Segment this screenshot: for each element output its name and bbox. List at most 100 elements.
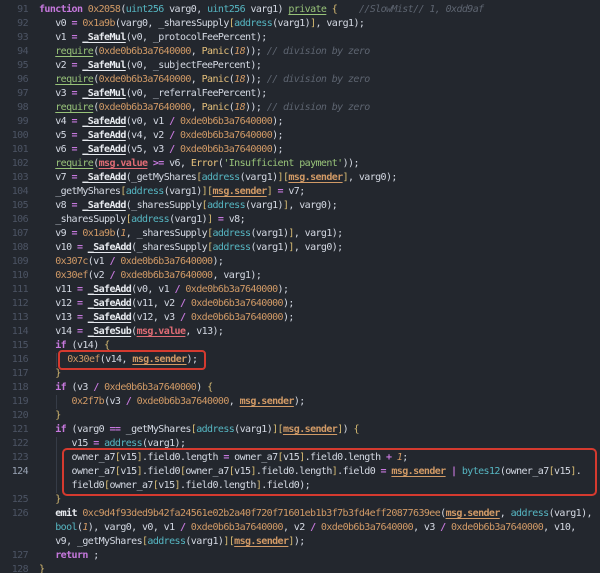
- code-token: _SafeAdd: [88, 312, 131, 323]
- code-token: msg.sender: [212, 186, 266, 197]
- code-token: , varg0);: [294, 242, 343, 253]
- code-token: varg0,: [164, 4, 207, 15]
- code-text: emit 0xc9d4f93ded9b42fa24561e02b2a40f720…: [28, 507, 592, 521]
- code-line: 125 }: [0, 493, 600, 507]
- code-token: v3: [39, 88, 72, 99]
- code-token: [39, 74, 55, 85]
- code-token: 0xde0b6b3a7640000: [137, 396, 229, 407]
- code-token: }: [55, 410, 60, 421]
- code-text: bool(1), varg0, v0, v1 / 0xde0b6b3a76400…: [28, 521, 576, 535]
- code-token: msg.value: [137, 326, 186, 337]
- code-line: 127 return ;: [0, 549, 600, 563]
- code-token: 0xde0b6b3a7640000: [180, 116, 272, 127]
- code-token: [39, 270, 55, 281]
- code-token: [39, 340, 55, 351]
- code-token: msg.sender: [391, 466, 445, 477]
- code-line: 107 v9 = 0x1a9b(1, _sharesSupply[address…: [0, 227, 600, 241]
- code-line: 111 v11 = _SafeAdd(v0, v1 / 0xde0b6b3a76…: [0, 283, 600, 297]
- code-token: (_getMyShares: [126, 172, 196, 183]
- code-token: ));: [245, 102, 267, 113]
- code-token: (varg1),: [549, 508, 592, 519]
- indent-guide: [56, 479, 57, 493]
- code-token: v15: [554, 466, 570, 477]
- code-token: msg.sender: [132, 354, 186, 365]
- code-token: (v5, v3: [126, 144, 169, 155]
- code-line: 119 0x2f7b(v3 / 0xde0b6b3a7640000, msg.s…: [0, 395, 600, 409]
- code-token: (owner_a7: [500, 466, 549, 477]
- code-token: v6: [39, 144, 72, 155]
- code-token: 0xde0b6b3a7640000: [99, 74, 191, 85]
- code-line: 117 }: [0, 367, 600, 381]
- code-token: [39, 494, 55, 505]
- code-token: Panic: [202, 46, 229, 57]
- code-token: ): [343, 424, 354, 435]
- code-token: field0: [39, 480, 104, 491]
- code-token: v9: [39, 228, 72, 239]
- code-token: (varg0, _sharesSupply: [115, 18, 229, 29]
- code-token: msg.sender: [288, 172, 342, 183]
- code-token: .field0: [142, 466, 180, 477]
- code-line: 120 }: [0, 409, 600, 423]
- code-token: );: [294, 396, 305, 407]
- code-token: ;: [402, 452, 407, 463]
- code-token: ,: [191, 102, 202, 113]
- line-number: 96: [0, 73, 28, 87]
- code-token: address: [212, 242, 250, 253]
- code-token: 0xde0b6b3a7640000: [180, 144, 272, 155]
- code-token: v6,: [164, 158, 191, 169]
- code-line: 105 v8 = _SafeAdd(_sharesSupply[address(…: [0, 199, 600, 213]
- code-token: _SafeAdd: [82, 172, 125, 183]
- line-number: 116: [0, 353, 28, 367]
- code-line: 99 v4 = _SafeAdd(v0, v1 / 0xde0b6b3a7640…: [0, 115, 600, 129]
- code-token: (varg1);: [142, 438, 185, 449]
- line-number: 102: [0, 157, 28, 171]
- code-token: 0x1a9b: [82, 228, 115, 239]
- code-line: 98 require(0xde0b6b3a7640000, Panic(18))…: [0, 101, 600, 115]
- code-token: 0xde0b6b3a7640000: [185, 284, 277, 295]
- code-token: (v4, v2: [126, 130, 169, 141]
- code-text: v3 = _SafeMul(v0, _referralFeePercent);: [28, 87, 267, 101]
- code-token: address: [234, 18, 272, 29]
- code-token: );: [283, 298, 294, 309]
- code-token: ,: [500, 508, 511, 519]
- code-token: _SafeMul: [82, 32, 125, 43]
- code-token: (v0, _protocolFeePercent);: [126, 32, 267, 43]
- code-token: msg.sender: [234, 536, 288, 547]
- code-token: , v13);: [185, 326, 223, 337]
- code-line: 108 v10 = _SafeAdd(_sharesSupply[address…: [0, 241, 600, 255]
- code-line: 104 _getMyShares[address(varg1)][msg.sen…: [0, 185, 600, 199]
- code-text: 0x30ef(v2 / 0xde0b6b3a7640000, varg1);: [28, 269, 261, 283]
- code-token: 0xde0b6b3a7640000: [120, 270, 212, 281]
- code-token: );: [294, 536, 305, 547]
- code-text: owner_a7[v15].field0[owner_a7[v15].field…: [28, 465, 581, 479]
- code-token: v2: [39, 60, 72, 71]
- code-text: 0x2f7b(v3 / 0xde0b6b3a7640000, msg.sende…: [28, 395, 305, 409]
- code-token: address: [126, 186, 164, 197]
- code-token: v8;: [223, 214, 245, 225]
- code-token: v12: [39, 298, 77, 309]
- code-token: }: [55, 494, 60, 505]
- line-number: 117: [0, 367, 28, 381]
- code-text: require(0xde0b6b3a7640000, Panic(18)); /…: [28, 73, 370, 87]
- code-text: v1 = _SafeMul(v0, _protocolFeePercent);: [28, 31, 267, 45]
- code-text: v5 = _SafeAdd(v4, v2 / 0xde0b6b3a7640000…: [28, 129, 283, 143]
- code-token: // division by zero: [267, 74, 370, 85]
- code-line: 121 if (varg0 == _getMyShares[address(va…: [0, 423, 600, 437]
- code-token: owner_a7: [109, 480, 152, 491]
- code-token: v13: [39, 312, 77, 323]
- code-token: 0xde0b6b3a7640000: [99, 102, 191, 113]
- code-token: ][: [223, 536, 234, 547]
- code-line: 116 0x30ef(v14, msg.sender);: [0, 353, 600, 367]
- code-token: require: [55, 102, 93, 113]
- line-number: 114: [0, 325, 28, 339]
- code-token: [39, 508, 55, 519]
- code-line: 103 v7 = _SafeAdd(_getMyShares[address(v…: [0, 171, 600, 185]
- code-token: 0x307c: [55, 256, 88, 267]
- code-text: }: [28, 563, 44, 573]
- code-token: // division by zero: [267, 46, 370, 57]
- code-line: 101 v6 = _SafeAdd(v5, v3 / 0xde0b6b3a764…: [0, 143, 600, 157]
- code-editor-viewport[interactable]: 91function 0x2058(uint256 varg0, uint256…: [0, 0, 600, 573]
- code-token: ==: [109, 424, 120, 435]
- code-line: v9, _getMyShares[address(varg1)][msg.sen…: [0, 535, 600, 549]
- code-text: v15 = address(varg1);: [28, 437, 185, 451]
